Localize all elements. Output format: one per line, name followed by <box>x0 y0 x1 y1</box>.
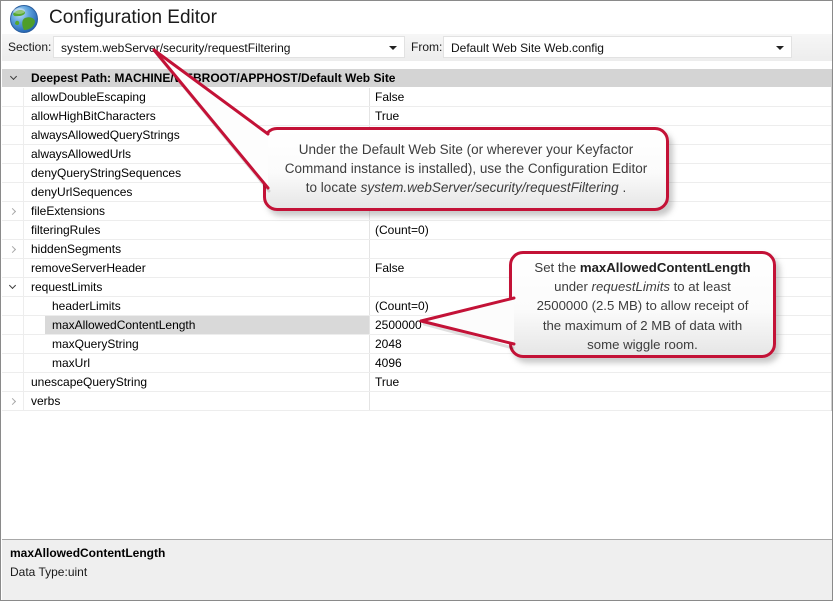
details-panel: maxAllowedContentLength Data Type:uint <box>2 539 833 601</box>
row-gutter <box>2 88 24 106</box>
property-value-cell[interactable] <box>370 392 831 410</box>
row-gutter <box>2 221 24 239</box>
row-gutter <box>2 297 24 315</box>
details-data-type: Data Type:uint <box>10 565 87 579</box>
property-value-cell[interactable]: True <box>370 107 831 125</box>
row-gutter <box>2 164 24 182</box>
chevron-right-icon[interactable] <box>9 245 16 252</box>
from-value: Default Web Site Web.config <box>451 41 604 55</box>
grid-header-row[interactable]: Deepest Path: MACHINE/WEBROOT/APPHOST/De… <box>2 69 831 88</box>
chevron-down-icon[interactable] <box>389 46 397 50</box>
callout1-line1: Under the Default Web Site (or wherever … <box>266 140 666 159</box>
page-title: Configuration Editor <box>49 7 217 29</box>
row-gutter <box>2 126 24 144</box>
row-gutter <box>2 354 24 372</box>
callout2-line4: the maximum of 2 MB of data with <box>512 316 773 335</box>
row-gutter <box>2 107 24 125</box>
callout2-line5: some wiggle room. <box>512 335 773 354</box>
row-gutter <box>2 183 24 201</box>
property-value-cell[interactable]: True <box>370 373 831 391</box>
configuration-editor-window: Configuration Editor Section: system.web… <box>0 0 833 601</box>
table-row[interactable]: filteringRules(Count=0) <box>2 221 831 240</box>
property-name-cell[interactable]: allowDoubleEscaping <box>24 88 370 106</box>
property-name-cell[interactable]: verbs <box>24 392 370 410</box>
callout2-line1: Set the maxAllowedContentLength <box>512 258 773 277</box>
callout2-line3: 2500000 (2.5 MB) to allow receipt of <box>512 296 773 315</box>
callout2-line2: under requestLimits to at least <box>512 277 773 296</box>
toolbar: Section: system.webServer/security/reque… <box>2 34 833 61</box>
property-name-cell[interactable]: hiddenSegments <box>24 240 370 258</box>
row-gutter <box>2 373 24 391</box>
row-gutter <box>2 145 24 163</box>
property-name-cell[interactable]: unescapeQueryString <box>24 373 370 391</box>
chevron-down-icon[interactable] <box>9 73 16 80</box>
chevron-right-icon[interactable] <box>9 397 16 404</box>
row-gutter <box>2 392 24 410</box>
section-value: system.webServer/security/requestFilteri… <box>61 41 290 55</box>
row-gutter <box>2 278 24 296</box>
table-row[interactable]: unescapeQueryStringTrue <box>2 373 831 392</box>
section-dropdown[interactable]: system.webServer/security/requestFilteri… <box>53 36 405 58</box>
property-name-cell[interactable]: filteringRules <box>24 221 370 239</box>
table-row[interactable]: allowDoubleEscapingFalse <box>2 88 831 107</box>
callout1-line3: to locate system.webServer/security/requ… <box>266 178 666 197</box>
globe-icon <box>9 4 39 34</box>
section-label: Section: <box>8 40 51 54</box>
row-gutter <box>2 240 24 258</box>
chevron-down-icon[interactable] <box>9 282 16 289</box>
row-gutter <box>2 335 24 353</box>
chevron-down-icon[interactable] <box>776 46 784 50</box>
callout1-line2: Command instance is installed), use the … <box>266 159 666 178</box>
property-value-cell[interactable]: False <box>370 88 831 106</box>
grid-header-gutter <box>2 77 24 79</box>
property-value-cell[interactable]: (Count=0) <box>370 221 831 239</box>
grid-header-label: Deepest Path: MACHINE/WEBROOT/APPHOST/De… <box>24 71 395 85</box>
row-gutter <box>2 202 24 220</box>
titlebar: Configuration Editor <box>1 1 832 34</box>
property-name-cell[interactable]: removeServerHeader <box>24 259 370 277</box>
config-grid: Deepest Path: MACHINE/WEBROOT/APPHOST/De… <box>2 69 832 411</box>
property-name-cell[interactable]: maxUrl <box>24 354 370 372</box>
property-name-cell[interactable]: headerLimits <box>24 297 370 315</box>
table-row[interactable]: verbs <box>2 392 831 411</box>
from-dropdown[interactable]: Default Web Site Web.config <box>443 36 792 58</box>
table-row[interactable]: allowHighBitCharactersTrue <box>2 107 831 126</box>
property-name-cell[interactable]: maxAllowedContentLength <box>24 316 370 334</box>
property-name-cell[interactable]: maxQueryString <box>24 335 370 353</box>
annotation-callout-maxlength: Set the maxAllowedContentLength under re… <box>509 251 776 358</box>
chevron-right-icon[interactable] <box>9 207 16 214</box>
annotation-callout-section: Under the Default Web Site (or wherever … <box>263 127 669 211</box>
details-property-name: maxAllowedContentLength <box>10 546 165 560</box>
property-name-cell[interactable]: requestLimits <box>24 278 370 296</box>
row-gutter <box>2 259 24 277</box>
property-name-cell[interactable]: allowHighBitCharacters <box>24 107 370 125</box>
row-gutter <box>2 316 24 334</box>
from-label: From: <box>411 40 442 54</box>
